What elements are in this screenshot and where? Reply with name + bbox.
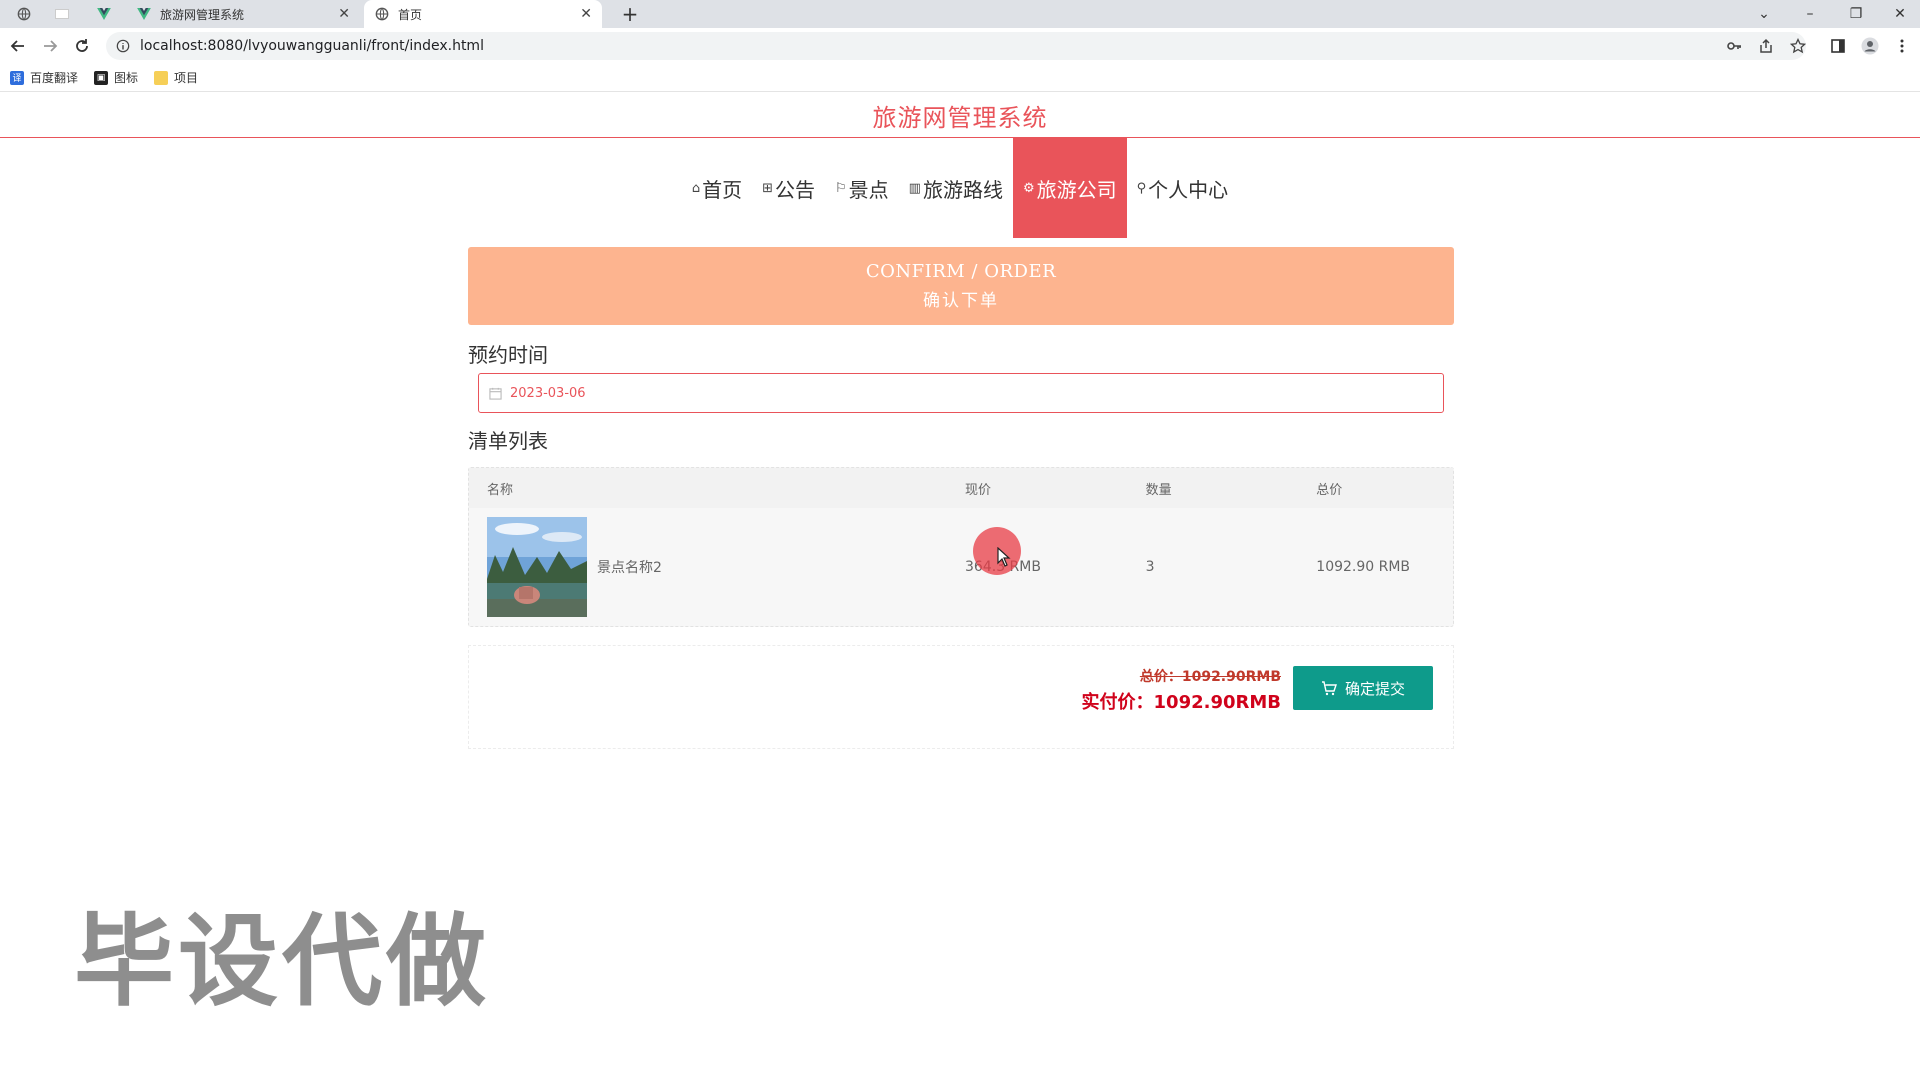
bookmark-baidu-translate[interactable]: 译 百度翻译 <box>10 69 78 86</box>
reload-icon[interactable] <box>68 32 96 60</box>
globe-icon <box>17 7 31 21</box>
banner-title-en: CONFIRM / ORDER <box>865 261 1057 282</box>
close-icon[interactable]: ✕ <box>338 6 350 22</box>
watermark-text: 毕设代做 <box>74 903 490 1020</box>
booking-date-value: 2023-03-06 <box>510 385 586 401</box>
vue-logo-icon <box>136 6 152 22</box>
bookmark-projects[interactable]: 项目 <box>154 69 198 86</box>
route-icon: ▥ <box>908 180 921 196</box>
header-qty: 数量 <box>1145 482 1172 498</box>
user-icon: ⚲ <box>1136 180 1147 196</box>
image-icon: ▣ <box>94 70 109 85</box>
key-icon[interactable] <box>1720 32 1748 60</box>
site-title: 旅游网管理系统 <box>872 103 1048 132</box>
share-icon[interactable] <box>1752 32 1780 60</box>
new-tab-button[interactable]: + <box>616 0 644 28</box>
bookmarks-bar: 译 百度翻译 ▣ 图标 项目 <box>0 64 1920 92</box>
table-row: 景点名称2 364.3 RMB 3 1092.90 RMB <box>469 508 1453 626</box>
booking-time-label: 预约时间 <box>468 343 548 367</box>
vue-logo-icon <box>97 8 111 20</box>
nav-item-home[interactable]: ⌂ 首页 <box>682 138 752 238</box>
list-title: 清单列表 <box>468 429 548 453</box>
nav-item-notice[interactable]: ⊞ 公告 <box>752 138 825 238</box>
nav-item-label: 首页 <box>702 177 743 202</box>
restore-icon[interactable]: ❐ <box>1836 0 1876 28</box>
bookmark-label: 图标 <box>114 71 139 85</box>
calendar-icon <box>489 387 502 400</box>
booking-date-picker[interactable]: 2023-03-06 <box>478 373 1444 413</box>
confirm-order-banner: CONFIRM / ORDER 确认下单 <box>468 247 1454 325</box>
tab-title: 首页 <box>398 7 423 22</box>
notice-icon: ⊞ <box>762 180 774 196</box>
info-icon[interactable] <box>116 39 130 53</box>
banner-title-cn: 确认下单 <box>923 291 999 311</box>
globe-icon <box>374 6 390 22</box>
back-icon[interactable] <box>4 32 32 60</box>
site-header: 旅游网管理系统 <box>0 93 1920 138</box>
forward-icon[interactable] <box>36 32 64 60</box>
flag-icon: ⚐ <box>835 180 847 196</box>
company-icon: ⚙ <box>1022 180 1035 196</box>
cart-icon <box>1321 680 1337 696</box>
nav-item-label: 公告 <box>775 177 816 202</box>
star-icon[interactable] <box>1784 32 1812 60</box>
bookmark-label: 项目 <box>174 71 199 85</box>
cell-name: 景点名称2 <box>469 517 965 617</box>
address-bar[interactable]: localhost:8080/lvyouwangguanli/front/ind… <box>106 32 1806 60</box>
page-icon <box>55 9 69 19</box>
nav-item-scenic-spots[interactable]: ⚐ 景点 <box>825 138 899 238</box>
nav-item-label: 个人中心 <box>1148 177 1229 202</box>
cell-qty: 3 <box>1145 559 1155 575</box>
tab-admin-system[interactable]: 旅游网管理系统 ✕ <box>126 0 360 28</box>
mouse-cursor-icon <box>997 546 1011 571</box>
header-name: 名称 <box>487 482 514 498</box>
header-total: 总价 <box>1316 482 1343 498</box>
main-nav: ⌂ 首页 ⊞ 公告 ⚐ 景点 ▥ 旅游路线 ⚙ 旅游公司 ⚲ 个人中心 <box>0 138 1920 238</box>
tab-home[interactable]: 首页 ✕ <box>364 0 602 28</box>
totals: 总价：1092.90RMB 实付价：1092.90RMB <box>1082 666 1281 714</box>
nav-item-personal-center[interactable]: ⚲ 个人中心 <box>1127 138 1239 238</box>
browser-toolbar: localhost:8080/lvyouwangguanli/front/ind… <box>0 28 1920 64</box>
nav-item-label: 景点 <box>848 177 889 202</box>
nav-item-travel-company[interactable]: ⚙ 旅游公司 <box>1012 138 1127 238</box>
nav-item-label: 旅游公司 <box>1036 177 1117 202</box>
nav-item-label: 旅游路线 <box>922 177 1003 202</box>
order-list-table: 名称 现价 数量 总价 景点名称2 RMB 3 1092.90 RMB <box>468 467 1454 627</box>
scenic-thumbnail <box>487 517 587 617</box>
pinned-tab-vue[interactable] <box>90 0 118 28</box>
nav-item-travel-routes[interactable]: ▥ 旅游路线 <box>899 138 1013 238</box>
order-summary: 总价：1092.90RMB 实付价：1092.90RMB 确定提交 <box>468 645 1454 749</box>
pinned-tab-globe[interactable] <box>10 0 38 28</box>
folder-icon <box>154 70 169 85</box>
translate-icon: 译 <box>10 70 24 85</box>
pinned-tab-blank[interactable] <box>48 0 76 28</box>
home-icon: ⌂ <box>691 180 701 196</box>
order-content: CONFIRM / ORDER 确认下单 预约时间 2023-03-06 清单列… <box>468 247 1454 749</box>
header-price: 现价 <box>965 482 992 498</box>
cell-total: 1092.90 RMB <box>1316 559 1411 575</box>
profile-icon[interactable] <box>1856 32 1884 60</box>
bookmark-icons[interactable]: ▣ 图标 <box>94 69 138 86</box>
browser-tab-strip: 旅游网管理系统 ✕ 首页 ✕ + ⌄ – ❐ ✕ <box>0 0 1920 28</box>
close-icon[interactable]: ✕ <box>580 6 592 22</box>
url-text: localhost:8080/lvyouwangguanli/front/ind… <box>140 38 484 54</box>
bookmark-label: 百度翻译 <box>30 71 79 85</box>
submit-label: 确定提交 <box>1344 679 1405 698</box>
menu-kebab-icon[interactable] <box>1888 32 1916 60</box>
minimize-icon[interactable]: – <box>1790 0 1830 28</box>
confirm-submit-button[interactable]: 确定提交 <box>1293 666 1433 710</box>
actual-payment: 实付价：1092.90RMB <box>1081 692 1281 713</box>
tab-title: 旅游网管理系统 <box>160 7 245 22</box>
window-close-icon[interactable]: ✕ <box>1880 0 1920 28</box>
table-header: 名称 现价 数量 总价 <box>469 468 1453 508</box>
spot-name: 景点名称2 <box>597 560 662 576</box>
original-total: 总价：1092.90RMB <box>1139 669 1281 685</box>
side-panel-icon[interactable] <box>1824 32 1852 60</box>
tab-search-chevron-icon[interactable]: ⌄ <box>1744 0 1784 28</box>
